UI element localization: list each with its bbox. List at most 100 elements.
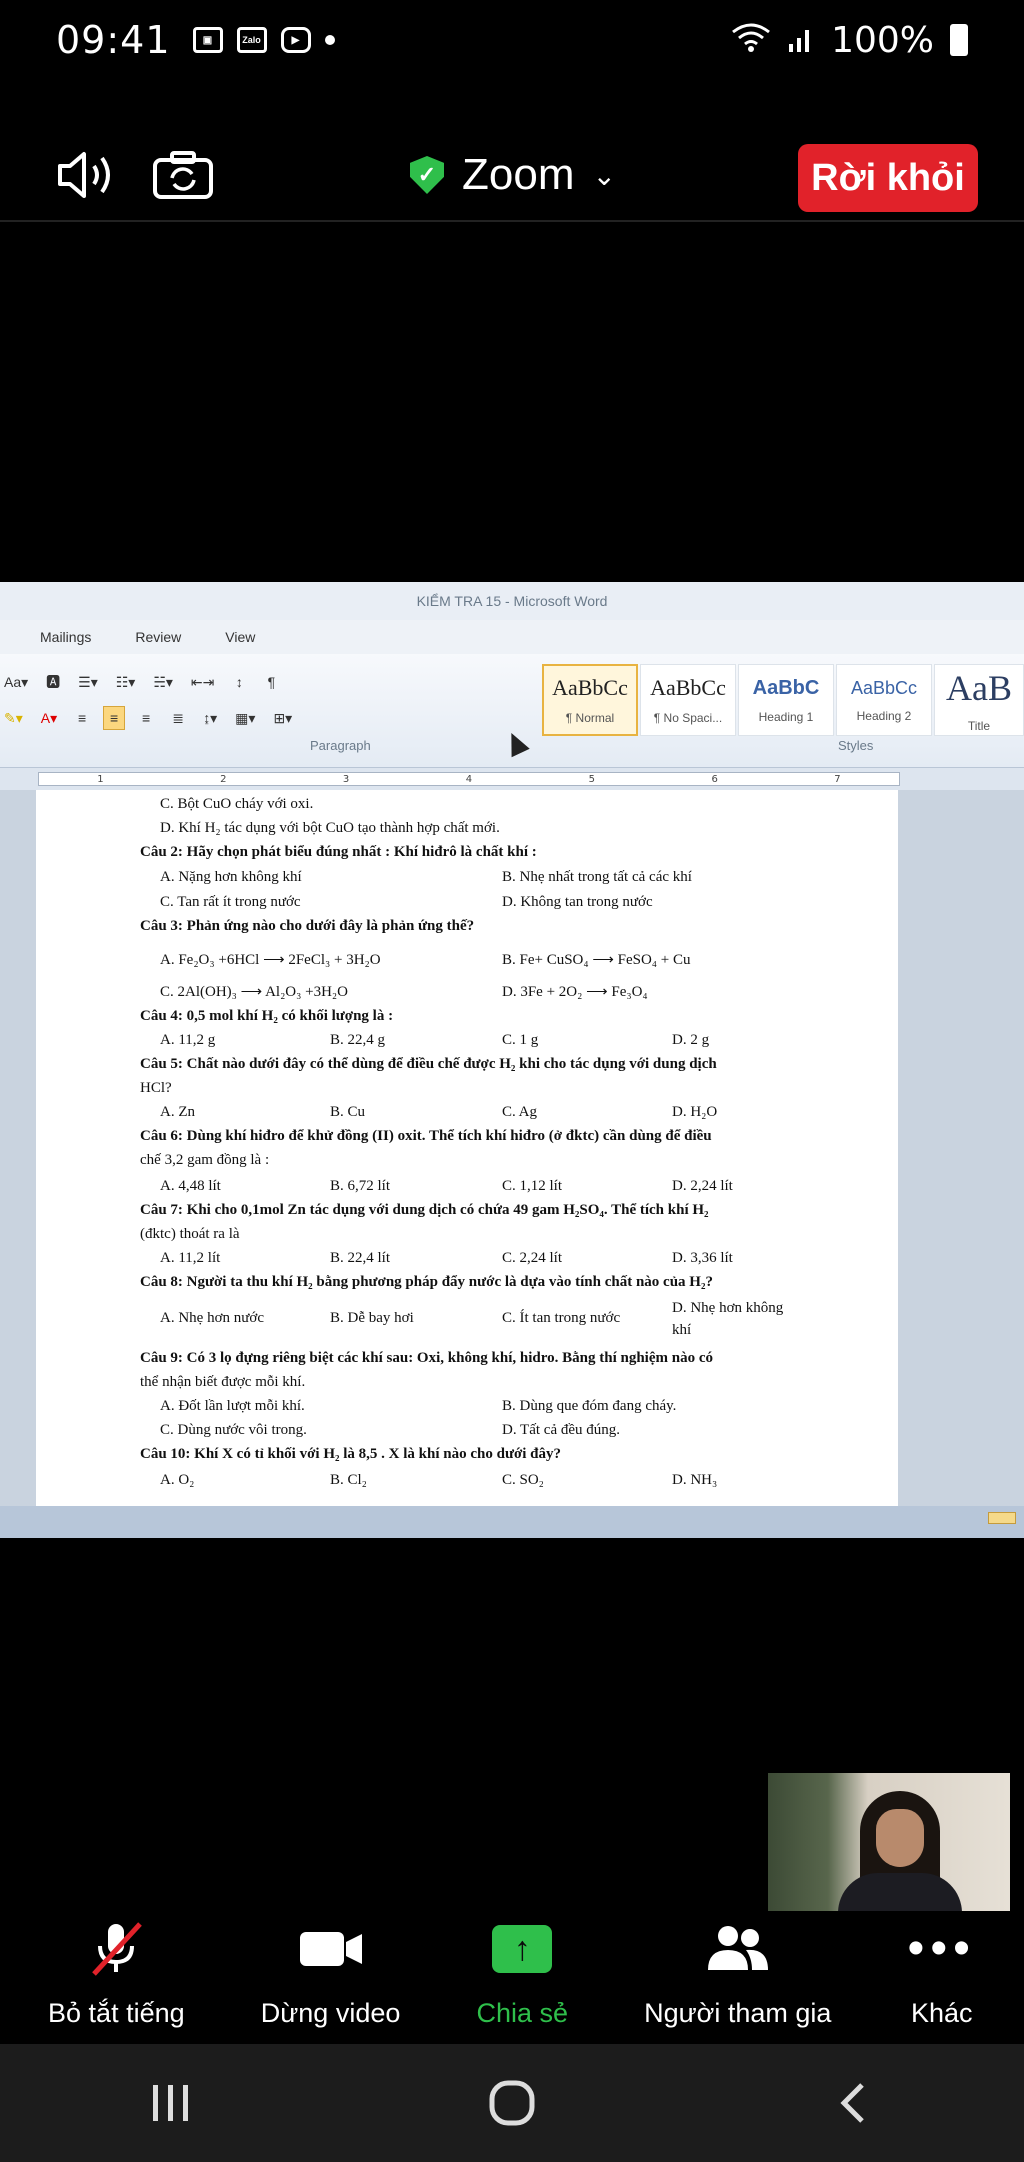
ruler-mark: 3 — [342, 773, 350, 785]
question-9: Câu 9: Có 3 lọ đựng riêng biệt các khí s… — [140, 1350, 713, 1366]
unmute-label: Bỏ tắt tiếng — [48, 1998, 185, 2028]
doc-line: B. 22,4 g — [330, 1032, 386, 1048]
doc-line: A. Nhẹ hơn nước — [160, 1310, 264, 1326]
doc-line: B. Fe+ CuSO₄ ⟶ FeSO₄ + Cu — [502, 952, 691, 968]
participants-button[interactable]: Người tham gia — [644, 1920, 831, 2029]
status-bar: 09:41 ▣ Zalo ▶ 100% — [0, 0, 1024, 80]
share-arrow-icon: ↑ — [492, 1925, 553, 1973]
sort-icon: ↕ — [235, 674, 243, 690]
question-7: Câu 7: Khi cho 0,1mol Zn tác dụng với du… — [140, 1202, 709, 1218]
pilcrow-icon: ¶ — [267, 674, 276, 690]
doc-line: B. Nhẹ nhất trong tất cả các khí — [502, 869, 692, 885]
more-icon: ••• — [907, 1922, 976, 1975]
tab-review: Review — [135, 629, 182, 645]
doc-line: chế 3,2 gam đồng là : — [140, 1152, 270, 1168]
clear-format-icon: 🅰 — [46, 674, 61, 690]
stop-video-button[interactable]: Dừng video — [261, 1920, 400, 2029]
ruler-mark: 5 — [588, 773, 595, 785]
more-notifications-icon — [324, 35, 335, 45]
doc-line: B. 22,4 lít — [330, 1250, 391, 1266]
numbering-icon: ☷▾ — [115, 673, 136, 690]
doc-line: thể nhận biết được mỗi khí. — [140, 1374, 306, 1390]
more-label: Khác — [910, 1998, 973, 2028]
doc-line: C. Ít tan trong nước — [502, 1310, 621, 1326]
multilevel-icon: ☵▾ — [153, 673, 173, 690]
speaker-icon[interactable] — [56, 150, 116, 200]
doc-line: A. Nặng hơn không khí — [160, 869, 302, 885]
doc-line: C. 1,12 lít — [502, 1178, 563, 1194]
question-3: Câu 3: Phản ứng nào cho dưới đây là phản… — [140, 918, 475, 934]
doc-line: D. Không tan trong nước — [502, 894, 653, 910]
clock: 09:41 — [56, 18, 171, 62]
doc-line: D. 3Fe + 2O₂ ⟶ Fe₃O₄ — [502, 984, 648, 1000]
system-nav-bar — [0, 2044, 1024, 2162]
battery-text: 100% — [831, 19, 934, 61]
doc-line: D. Tất cả đều đúng. — [502, 1422, 621, 1438]
doc-line: C. 1 g — [502, 1032, 539, 1048]
document-page: C. Bột CuO cháy với oxi. D. Khí H₂ tác d… — [36, 790, 898, 1506]
doc-line: B. Cu — [330, 1104, 366, 1120]
share-button[interactable]: ↑ Chia sẻ — [476, 1920, 568, 2029]
question-10: Câu 10: Khí X có tỉ khối với H₂ là 8,5 .… — [140, 1446, 562, 1462]
style-normal: AaBbCc ¶ Normal — [542, 664, 638, 736]
doc-line: C. Dùng nước vôi trong. — [160, 1422, 307, 1438]
participant-video-thumbnail[interactable] — [768, 1773, 1010, 1911]
style-title: AaB Title — [934, 664, 1024, 736]
question-6: Câu 6: Dùng khí hiđro để khử đồng (II) o… — [140, 1128, 712, 1144]
more-button[interactable]: ••• Khác — [908, 1920, 976, 2029]
styles-gallery: AaBbCc ¶ Normal AaBbCc ¶ No Spaci... AaB… — [542, 664, 1024, 736]
unmute-button[interactable]: Bỏ tắt tiếng — [48, 1920, 185, 2029]
doc-line: C. 2Al(OH)₃ ⟶ Al₂O₃ +3H₂O — [160, 984, 348, 1000]
switch-camera-icon[interactable] — [152, 150, 213, 200]
question-5: Câu 5: Chất nào dưới đây có thể dùng để … — [140, 1056, 717, 1072]
question-4: Câu 4: 0,5 mol khí H₂ có khối lượng là : — [140, 1008, 394, 1024]
ruler-mark: 1 — [97, 773, 104, 785]
word-titlebar: KIỂM TRA 15 - Microsoft Word — [0, 582, 1024, 620]
doc-line: A. 4,48 lít — [160, 1178, 221, 1194]
doc-line: HCl? — [140, 1080, 172, 1096]
align-center-icon: ≡ — [103, 706, 126, 730]
divider — [0, 220, 1024, 222]
muted-mic-icon — [86, 1920, 146, 1978]
zalo-icon: Zalo — [236, 27, 267, 53]
home-icon[interactable] — [457, 2063, 567, 2143]
meeting-toolbar: Bỏ tắt tiếng Dừng video ↑ Chia sẻ Người … — [0, 1920, 1024, 2044]
tab-view: View — [225, 629, 256, 645]
participants-icon — [706, 1920, 770, 1978]
doc-line: D. Nhẹ hơn không — [672, 1300, 784, 1316]
mouse-pointer-icon — [502, 728, 530, 758]
indent-icon: ⇤⇥ — [190, 673, 215, 690]
back-icon[interactable] — [798, 2063, 908, 2143]
doc-line: B. Cl₂ — [330, 1472, 367, 1488]
highlight-icon: ✎▾ — [4, 709, 23, 726]
font-size-icon: Aa▾ — [4, 673, 29, 690]
ruler-mark: 7 — [834, 773, 841, 785]
recents-icon[interactable] — [116, 2063, 226, 2143]
align-right-icon: ≡ — [142, 710, 151, 726]
ruler: 1 2 3 4 5 6 7 — [0, 768, 1024, 790]
chevron-down-icon: ⌄ — [592, 159, 616, 191]
doc-line: D. 2,24 lít — [672, 1178, 733, 1194]
ruler-mark: 2 — [220, 773, 227, 785]
doc-line: C. Bột CuO cháy với oxi. — [160, 796, 314, 812]
question-2: Câu 2: Hãy chọn phát biểu đúng nhất : Kh… — [140, 844, 537, 860]
doc-line: C. Tan rất ít trong nước — [160, 894, 301, 910]
justify-icon: ≣ — [172, 709, 184, 726]
view-mode-icon — [988, 1512, 1016, 1524]
meeting-title[interactable]: ✓ Zoom ⌄ — [410, 150, 616, 200]
leave-meeting-button[interactable]: Rời khỏi — [798, 144, 978, 212]
doc-line: B. 6,72 lít — [330, 1178, 391, 1194]
ruler-mark: 4 — [465, 773, 473, 785]
gallery-icon: ▣ — [192, 27, 223, 53]
document-area: C. Bột CuO cháy với oxi. D. Khí H₂ tác d… — [0, 790, 1024, 1506]
youtube-icon: ▶ — [280, 27, 311, 53]
doc-line: B. Dùng que đóm đang cháy. — [502, 1398, 677, 1414]
ruler-mark: 6 — [711, 773, 718, 785]
signal-icon — [787, 20, 815, 61]
wifi-icon — [731, 20, 771, 61]
doc-line: A. O₂ — [160, 1472, 195, 1488]
style-heading-2: AaBbCc Heading 2 — [836, 664, 932, 736]
doc-line: D. H₂O — [672, 1104, 718, 1120]
notification-icons: ▣ Zalo ▶ — [192, 27, 335, 53]
video-camera-icon — [298, 1920, 364, 1978]
